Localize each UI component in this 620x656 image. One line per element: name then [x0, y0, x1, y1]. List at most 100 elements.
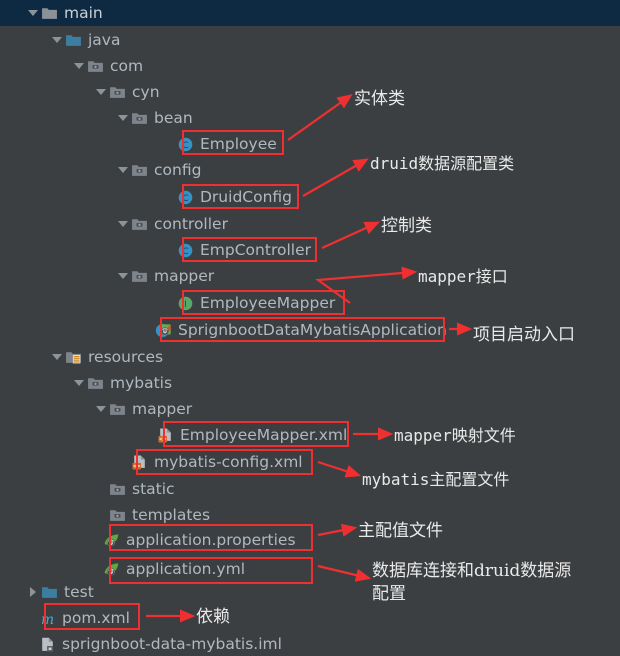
caret-placeholder — [88, 557, 102, 581]
caret-placeholder — [24, 632, 38, 656]
java-class-icon: C — [176, 132, 196, 156]
annotation-main-value-file: 主配值文件 — [358, 521, 443, 541]
chevron-down-icon[interactable] — [94, 80, 108, 104]
tree-row-label: pom.xml — [62, 609, 130, 627]
tree-row-com[interactable]: com — [72, 54, 143, 78]
tree-row-main[interactable]: main — [26, 1, 103, 25]
tree-row-mapper[interactable]: mapper — [94, 397, 192, 421]
tree-row-employeemapper-xml[interactable]: <> EmployeeMapper.xml — [142, 423, 347, 447]
chevron-down-icon[interactable] — [26, 1, 40, 25]
tree-row-application-yml[interactable]: application.yml — [88, 557, 245, 581]
caret-placeholder — [88, 528, 102, 552]
svg-text:C: C — [182, 141, 188, 151]
annotation-project-entry: 项目启动入口 — [473, 325, 575, 345]
tree-row-resources[interactable]: resources — [50, 345, 163, 369]
tree-row-label: templates — [132, 506, 211, 524]
tree-row-employeemapper[interactable]: I EmployeeMapper — [162, 291, 335, 315]
tree-row-templates[interactable]: templates — [94, 503, 210, 527]
project-tree-panel: main java com cyn bean C Employee config C DruidC… — [0, 0, 620, 653]
tree-row-label: SprignbootDataMybatisApplication — [178, 321, 447, 339]
tree-row-label: test — [64, 583, 94, 601]
xml-file-icon: <> — [156, 423, 176, 447]
caret-placeholder — [162, 291, 176, 315]
caret-placeholder — [94, 503, 108, 527]
tree-row-mapper[interactable]: mapper — [116, 264, 214, 288]
tree-row-label: main — [64, 4, 103, 22]
chevron-down-icon[interactable] — [72, 371, 86, 395]
caret-placeholder — [140, 318, 154, 342]
folder-package-icon — [130, 264, 150, 288]
chevron-down-icon[interactable] — [116, 158, 130, 182]
chevron-down-icon[interactable] — [116, 264, 130, 288]
tree-row-config[interactable]: config — [116, 158, 201, 182]
annotation-druid-config: druid数据源配置类 — [370, 154, 515, 173]
svg-text:C: C — [182, 194, 188, 204]
tree-row-java[interactable]: java — [50, 28, 120, 52]
spring-leaf-icon — [102, 557, 122, 581]
caret-placeholder — [24, 606, 38, 630]
chevron-down-icon[interactable] — [94, 397, 108, 421]
tree-row-label: EmployeeMapper.xml — [180, 426, 348, 444]
tree-row-sprignboot-data-mybatis-iml[interactable]: sprignboot-data-mybatis.iml — [24, 632, 282, 656]
folder-package-icon — [86, 54, 106, 78]
folder-package-icon — [108, 80, 128, 104]
tree-row-label: Employee — [200, 135, 277, 153]
caret-placeholder — [116, 450, 130, 474]
annotation-db-druid-config: 数据库连接和druid数据源 配置 — [372, 561, 572, 604]
spring-leaf-icon — [102, 528, 122, 552]
folder-package-icon — [130, 106, 150, 130]
chevron-down-icon[interactable] — [50, 28, 64, 52]
svg-text:<>: <> — [133, 463, 141, 470]
tree-row-label: bean — [154, 109, 193, 127]
tree-row-druidconfig[interactable]: C DruidConfig — [162, 185, 292, 209]
folder-package-icon — [130, 158, 150, 182]
tree-row-sprignbootdatamybatisapplication[interactable]: SprignbootDataMybatisApplication — [140, 318, 447, 342]
tree-row-mybatis[interactable]: mybatis — [72, 371, 172, 395]
java-interface-icon: I — [176, 291, 196, 315]
tree-row-pom-xml[interactable]: m pom.xml — [24, 606, 130, 630]
annotation-controller-class: 控制类 — [381, 216, 432, 236]
chevron-down-icon[interactable] — [72, 54, 86, 78]
tree-row-cyn[interactable]: cyn — [94, 80, 160, 104]
tree-row-label: mybatis — [110, 374, 173, 392]
maven-icon: m — [38, 606, 58, 630]
folder-module-icon — [40, 1, 60, 25]
chevron-right-icon[interactable] — [26, 580, 40, 604]
tree-row-label: java — [88, 31, 121, 49]
tree-row-mybatis-config-xml[interactable]: <> mybatis-config.xml — [116, 450, 303, 474]
annotation-mapper-interface: mapper接口 — [418, 267, 508, 286]
svg-text:m: m — [41, 612, 54, 627]
spring-boot-class-icon — [154, 318, 174, 342]
svg-text:C: C — [182, 247, 188, 257]
tree-row-label: EmployeeMapper — [200, 294, 336, 312]
tree-row-controller[interactable]: controller — [116, 212, 228, 236]
chevron-down-icon[interactable] — [116, 212, 130, 236]
tree-row-employee[interactable]: C Employee — [162, 132, 277, 156]
svg-text:<>: <> — [159, 436, 167, 443]
iml-module-icon — [38, 632, 58, 656]
tree-row-static[interactable]: static — [94, 477, 175, 501]
folder-package-icon — [86, 371, 106, 395]
caret-placeholder — [162, 238, 176, 262]
chevron-down-icon[interactable] — [116, 106, 130, 130]
folder-resources-icon — [64, 345, 84, 369]
folder-package-icon — [108, 397, 128, 421]
tree-row-label: com — [110, 57, 144, 75]
tree-row-test[interactable]: test — [26, 580, 94, 604]
folder-source-icon — [40, 580, 60, 604]
tree-row-application-properties[interactable]: application.properties — [88, 528, 296, 552]
tree-row-label: resources — [88, 348, 164, 366]
caret-placeholder — [162, 132, 176, 156]
tree-row-label: application.yml — [126, 560, 246, 578]
chevron-down-icon[interactable] — [50, 345, 64, 369]
tree-row-bean[interactable]: bean — [116, 106, 193, 130]
tree-row-empcontroller[interactable]: C EmpController — [162, 238, 311, 262]
xml-file-icon: <> — [130, 450, 150, 474]
tree-row-label: static — [132, 480, 175, 498]
folder-package-icon — [108, 503, 128, 527]
annotation-mapper-xml: mapper映射文件 — [394, 426, 516, 445]
caret-placeholder — [162, 185, 176, 209]
tree-row-label: EmpController — [200, 241, 311, 259]
tree-row-label: config — [154, 161, 202, 179]
annotation-mybatis-main-config: mybatis主配置文件 — [362, 470, 510, 489]
